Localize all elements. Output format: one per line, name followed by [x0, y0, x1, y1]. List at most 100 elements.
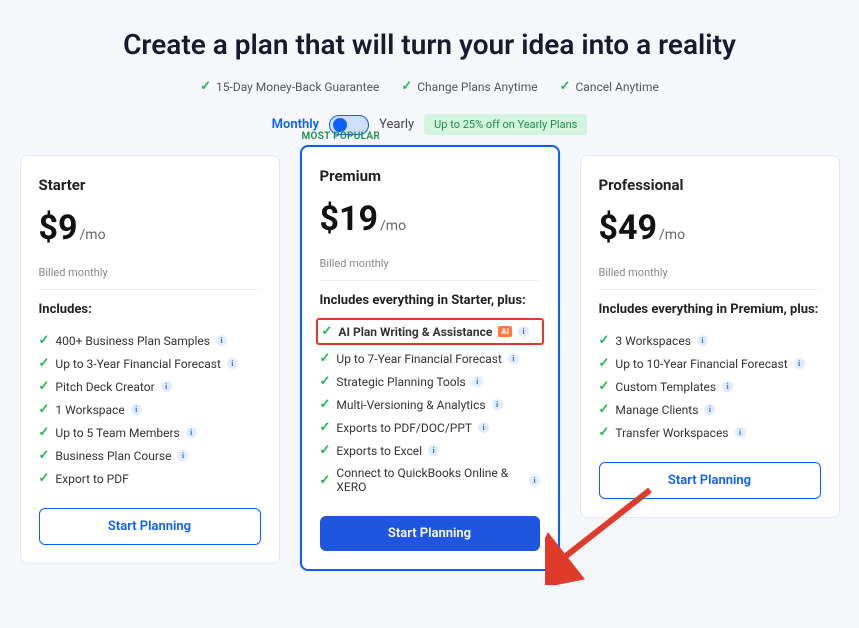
info-icon[interactable]: i: [186, 427, 197, 438]
feature-text: Business Plan Course: [55, 449, 171, 463]
feature-text: Up to 10-Year Financial Forecast: [615, 357, 787, 371]
info-icon[interactable]: i: [428, 445, 439, 456]
price-row: $19 /mo: [320, 199, 540, 239]
feature-text: Up to 3-Year Financial Forecast: [55, 357, 221, 371]
feature-text: Up to 5 Team Members: [55, 426, 179, 440]
plan-card-premium: MOST POPULAR Premium $19 /mo Billed mont…: [300, 145, 560, 571]
guarantee-item: ✓ Cancel Anytime: [560, 79, 659, 94]
billed-text: Billed monthly: [599, 266, 821, 279]
price: $9: [39, 208, 78, 248]
info-icon[interactable]: i: [529, 475, 539, 486]
guarantee-text: Change Plans Anytime: [417, 80, 537, 94]
page-title: Create a plan that will turn your idea i…: [0, 0, 859, 79]
price-period: /mo: [380, 218, 406, 234]
check-icon: ✓: [39, 448, 50, 463]
feature-text: Multi-Versioning & Analytics: [336, 398, 485, 412]
guarantee-text: Cancel Anytime: [575, 80, 658, 94]
includes-heading: Includes everything in Premium, plus:: [599, 302, 821, 317]
divider: [39, 289, 261, 290]
price-row: $9 /mo: [39, 208, 261, 248]
plan-name: Starter: [39, 176, 261, 194]
feature-text: Exports to PDF/DOC/PPT: [336, 421, 472, 435]
check-icon: ✓: [322, 324, 333, 339]
price-row: $49 /mo: [599, 208, 821, 248]
info-icon[interactable]: i: [697, 335, 708, 346]
divider: [599, 289, 821, 290]
yearly-discount-badge: Up to 25% off on Yearly Plans: [424, 114, 587, 135]
check-icon: ✓: [599, 402, 610, 417]
feature-item: ✓Up to 10-Year Financial Forecasti: [599, 352, 821, 375]
plan-card-starter: Starter $9 /mo Billed monthly Includes: …: [20, 155, 280, 564]
feature-text: AI Plan Writing & Assistance: [338, 325, 492, 339]
feature-item: ✓ 1 Workspace i: [39, 398, 261, 421]
info-icon[interactable]: i: [794, 358, 805, 369]
feature-text: 3 Workspaces: [615, 334, 690, 348]
start-planning-button[interactable]: Start Planning: [39, 508, 261, 545]
billed-text: Billed monthly: [39, 266, 261, 279]
feature-item: ✓ Business Plan Course i: [39, 444, 261, 467]
check-icon: ✓: [599, 379, 610, 394]
check-icon: ✓: [39, 356, 50, 371]
feature-list: ✓400+ Business Plan Samplesi ✓Up to 3-Ye…: [39, 329, 261, 490]
info-icon[interactable]: i: [722, 381, 733, 392]
check-icon: ✓: [560, 79, 571, 94]
price: $49: [599, 208, 658, 248]
info-icon[interactable]: i: [508, 353, 519, 364]
feature-text: Custom Templates: [615, 380, 716, 394]
price-period: /mo: [80, 227, 106, 243]
feature-item: ✓ Manage Clients i: [599, 398, 821, 421]
includes-heading: Includes:: [39, 302, 261, 317]
feature-text: Up to 7-Year Financial Forecast: [336, 352, 502, 366]
check-icon: ✓: [401, 79, 412, 94]
check-icon: ✓: [599, 425, 610, 440]
guarantee-text: 15-Day Money-Back Guarantee: [216, 80, 379, 94]
feature-list: ✓ 3 Workspaces i ✓ Up to 10-Year Financial …: [599, 329, 821, 444]
info-icon[interactable]: i: [472, 376, 483, 387]
feature-item: ✓Multi-Versioning & Analyticsi: [320, 393, 540, 416]
guarantee-item: ✓ 15-Day Money-Back Guarantee: [200, 79, 379, 94]
feature-text: Manage Clients: [615, 403, 698, 417]
info-icon[interactable]: i: [131, 404, 142, 415]
feature-text: Export to PDF: [55, 472, 128, 486]
toggle-yearly-label[interactable]: Yearly: [379, 117, 414, 132]
info-icon[interactable]: i: [518, 326, 529, 337]
price-period: /mo: [659, 227, 685, 243]
feature-text: 1 Workspace: [55, 403, 124, 417]
info-icon[interactable]: i: [735, 427, 746, 438]
info-icon[interactable]: i: [227, 358, 238, 369]
feature-item: ✓ Up to 3-Year Financial Forecast i: [39, 352, 261, 375]
plan-card-professional: Professional $49 /mo Billed monthly Incl…: [580, 155, 840, 518]
feature-item: ✓Connect to QuickBooks Online & XEROi: [320, 462, 540, 498]
start-planning-button[interactable]: Start Planning: [320, 516, 540, 551]
guarantee-item: ✓ Change Plans Anytime: [401, 79, 537, 94]
feature-item: ✓ 3 Workspaces i: [599, 329, 821, 352]
feature-list: ✓AI Plan Writing & AssistanceAIi ✓Up to …: [320, 318, 540, 498]
check-icon: ✓: [39, 333, 50, 348]
info-icon[interactable]: i: [704, 404, 715, 415]
feature-item: ✓Export to PDF: [39, 467, 261, 490]
feature-item: ✓Up to 5 Team Membersi: [39, 421, 261, 444]
plan-name: Premium: [320, 167, 540, 185]
feature-text: Transfer Workspaces: [615, 426, 728, 440]
start-planning-button[interactable]: Start Planning: [599, 462, 821, 499]
info-icon[interactable]: i: [161, 381, 172, 392]
billing-toggle-row: Monthly Yearly Up to 25% off on Yearly P…: [0, 114, 859, 135]
check-icon: ✓: [599, 333, 610, 348]
feature-item: ✓ Exports to Excel i: [320, 439, 540, 462]
info-icon[interactable]: i: [216, 335, 227, 346]
check-icon: ✓: [200, 79, 211, 94]
feature-text: Pitch Deck Creator: [55, 380, 154, 394]
feature-item-highlighted: ✓AI Plan Writing & AssistanceAIi: [316, 318, 544, 345]
toggle-monthly-label[interactable]: Monthly: [272, 117, 319, 132]
info-icon[interactable]: i: [478, 422, 489, 433]
guarantees-row: ✓ 15-Day Money-Back Guarantee ✓ Change P…: [0, 79, 859, 94]
check-icon: ✓: [39, 402, 50, 417]
info-icon[interactable]: i: [492, 399, 503, 410]
check-icon: ✓: [320, 443, 331, 458]
feature-text: Exports to Excel: [336, 444, 422, 458]
info-icon[interactable]: i: [177, 450, 188, 461]
check-icon: ✓: [39, 379, 50, 394]
feature-text: Connect to QuickBooks Online & XERO: [336, 466, 523, 494]
feature-item: ✓Up to 7-Year Financial Forecasti: [320, 347, 540, 370]
divider: [320, 280, 540, 281]
